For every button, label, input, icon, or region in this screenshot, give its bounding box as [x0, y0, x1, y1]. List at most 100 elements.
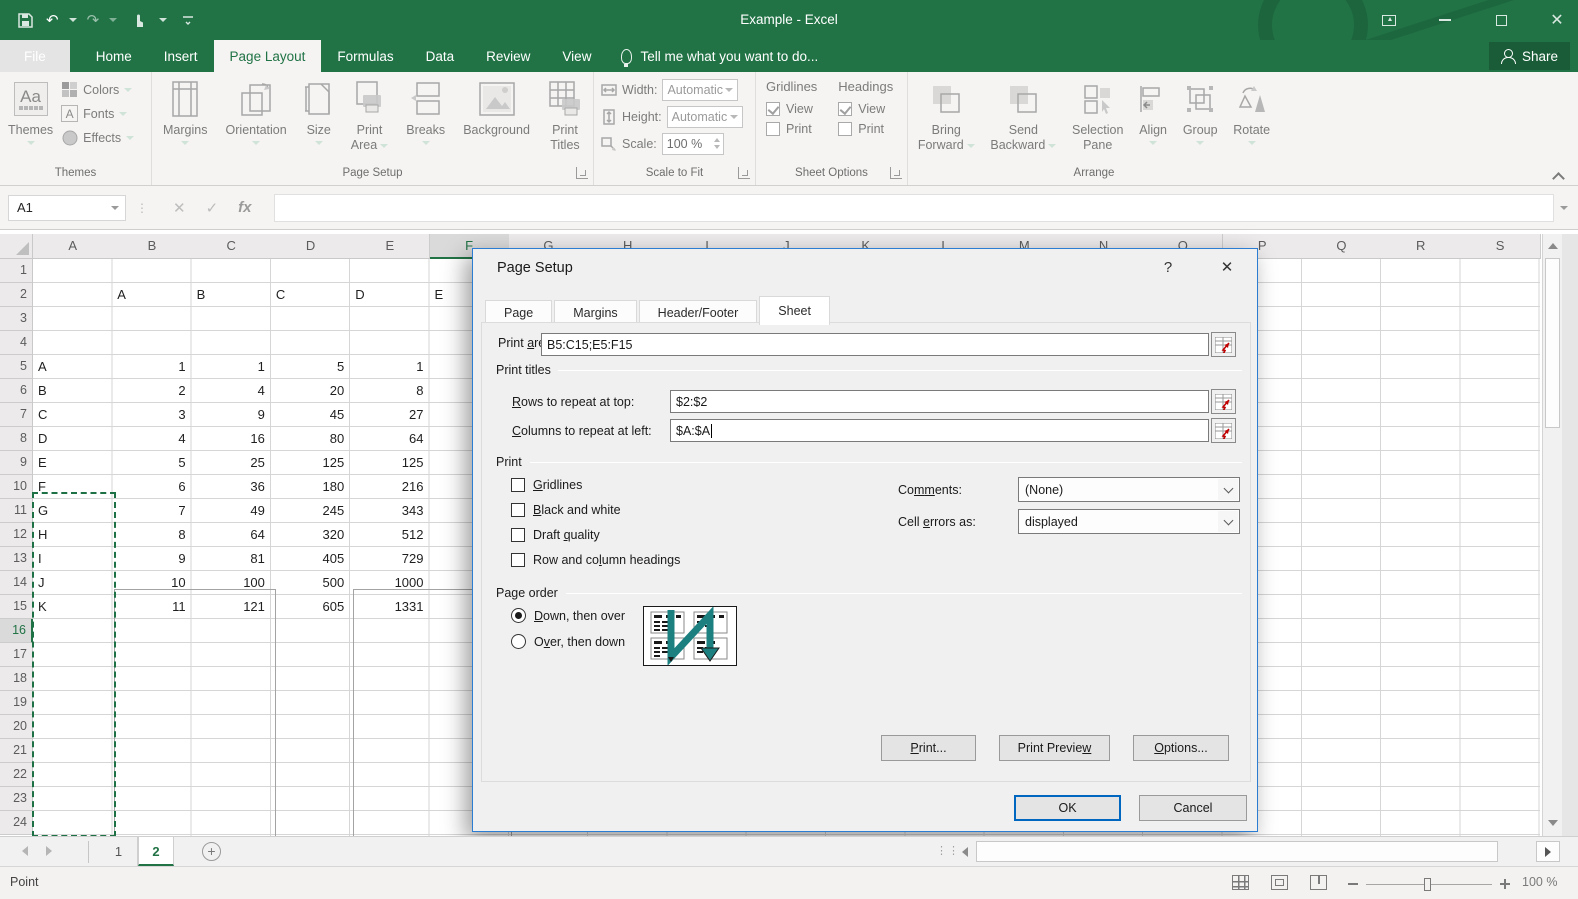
tab-view[interactable]: View — [546, 40, 607, 72]
gridlines-view-checkbox[interactable]: View — [766, 102, 817, 116]
zoom-slider-thumb[interactable] — [1424, 878, 1431, 891]
row-header-7[interactable]: 7 — [0, 403, 33, 427]
scroll-up-icon[interactable] — [1548, 243, 1558, 249]
grid-cell-B11[interactable]: 7 — [112, 499, 190, 523]
zoom-slider[interactable] — [1348, 879, 1510, 889]
dialog-close-icon[interactable]: ✕ — [1215, 257, 1239, 279]
print-area-range-picker-icon[interactable] — [1211, 332, 1236, 357]
breaks-button[interactable]: Breaks — [400, 75, 451, 165]
grid-cell-A6[interactable]: B — [33, 379, 111, 403]
grid-cell-A5[interactable]: A — [33, 355, 111, 379]
effects-button[interactable]: Effects — [61, 129, 134, 146]
row-header-9[interactable]: 9 — [0, 451, 33, 475]
grid-cell-B7[interactable]: 3 — [112, 403, 190, 427]
expand-formula-bar-icon[interactable] — [1560, 206, 1568, 210]
background-button[interactable]: Background — [457, 75, 536, 165]
dialog-help-icon[interactable]: ? — [1157, 257, 1179, 279]
row-header-3[interactable]: 3 — [0, 307, 33, 331]
size-button[interactable]: Size — [299, 75, 339, 165]
black-and-white-checkbox[interactable]: Black and white — [511, 503, 621, 517]
colors-button[interactable]: Colors — [61, 81, 134, 98]
options-button[interactable]: Options... — [1133, 735, 1229, 761]
enter-entry-icon[interactable]: ✓ — [206, 199, 219, 217]
grid-cell-E11[interactable]: 343 — [350, 499, 428, 523]
height-field[interactable]: Automatic — [667, 106, 743, 128]
row-header-5[interactable]: 5 — [0, 355, 33, 379]
grid-cell-C5[interactable]: 1 — [192, 355, 270, 379]
tab-home[interactable]: Home — [80, 40, 148, 72]
grid-cell-C7[interactable]: 9 — [192, 403, 270, 427]
columns-repeat-range-picker-icon[interactable] — [1211, 418, 1236, 443]
grid-cell-D8[interactable]: 80 — [271, 427, 349, 451]
row-header-15[interactable]: 15 — [0, 595, 33, 619]
row-header-8[interactable]: 8 — [0, 427, 33, 451]
tab-review[interactable]: Review — [470, 40, 546, 72]
grid-cell-D7[interactable]: 45 — [271, 403, 349, 427]
page-break-preview-icon[interactable] — [1310, 875, 1327, 890]
normal-view-icon[interactable] — [1232, 875, 1249, 890]
ok-button[interactable]: OK — [1014, 795, 1121, 821]
orientation-button[interactable]: Orientation — [220, 75, 293, 165]
grid-cell-D11[interactable]: 245 — [271, 499, 349, 523]
grid-cell-E6[interactable]: 8 — [350, 379, 428, 403]
headings-view-checkbox[interactable]: View — [838, 102, 893, 116]
grid-cell-C13[interactable]: 81 — [192, 547, 270, 571]
column-header-A[interactable]: A — [33, 234, 113, 259]
row-header-1[interactable]: 1 — [0, 259, 33, 283]
row-header-12[interactable]: 12 — [0, 523, 33, 547]
grid-cell-E10[interactable]: 216 — [350, 475, 428, 499]
zoom-out-icon[interactable] — [1348, 883, 1358, 885]
grid-cell-E2[interactable]: D — [350, 283, 428, 307]
grid-cell-C12[interactable]: 64 — [192, 523, 270, 547]
grid-cell-E12[interactable]: 512 — [350, 523, 428, 547]
rotate-button[interactable]: Rotate — [1227, 75, 1276, 165]
width-field[interactable]: Automatic — [662, 79, 738, 101]
print-titles-button[interactable]: Print Titles — [542, 75, 588, 165]
row-header-19[interactable]: 19 — [0, 691, 33, 715]
align-button[interactable]: Align — [1133, 75, 1173, 165]
zoom-level[interactable]: 100 % — [1522, 875, 1557, 889]
row-column-headings-checkbox[interactable]: Row and column headings — [511, 553, 680, 567]
row-header-2[interactable]: 2 — [0, 283, 33, 307]
comments-dropdown[interactable]: (None) — [1018, 477, 1240, 502]
tab-data[interactable]: Data — [410, 40, 471, 72]
margins-button[interactable]: Margins — [157, 75, 213, 165]
tab-page-layout[interactable]: Page Layout — [214, 40, 322, 72]
hscroll-right-icon[interactable] — [1536, 841, 1560, 862]
row-header-17[interactable]: 17 — [0, 643, 33, 667]
row-header-16[interactable]: 16 — [0, 619, 33, 643]
row-header-20[interactable]: 20 — [0, 715, 33, 739]
select-all-corner[interactable] — [0, 234, 33, 259]
name-box[interactable]: A1 — [8, 195, 126, 221]
themes-button[interactable]: Aa Themes — [2, 75, 59, 165]
maximize-icon[interactable] — [1490, 9, 1512, 31]
grid-cell-B8[interactable]: 4 — [112, 427, 190, 451]
over-then-down-radio[interactable]: Over, then down — [511, 634, 625, 649]
rows-repeat-field[interactable]: $2:$2 — [670, 390, 1209, 413]
row-header-23[interactable]: 23 — [0, 787, 33, 811]
grid-cell-D15[interactable]: 605 — [271, 595, 349, 619]
grid-cell-E7[interactable]: 27 — [350, 403, 428, 427]
grid-cell-B9[interactable]: 5 — [112, 451, 190, 475]
column-header-B[interactable]: B — [112, 234, 192, 259]
column-header-Q[interactable]: Q — [1302, 234, 1382, 259]
row-header-18[interactable]: 18 — [0, 667, 33, 691]
column-header-D[interactable]: D — [271, 234, 351, 259]
page-layout-view-icon[interactable] — [1271, 875, 1288, 890]
next-sheet-icon[interactable] — [46, 846, 52, 856]
columns-repeat-field[interactable]: $A:$A — [670, 419, 1209, 442]
grid-cell-D9[interactable]: 125 — [271, 451, 349, 475]
sheet-options-dialog-launcher-icon[interactable] — [890, 167, 902, 179]
cell-errors-dropdown[interactable]: displayed — [1018, 509, 1240, 534]
insert-function-icon[interactable]: fx — [238, 199, 251, 216]
scroll-down-icon[interactable] — [1548, 820, 1558, 826]
horizontal-scroll-thumb[interactable] — [976, 841, 1498, 862]
grid-cell-C9[interactable]: 25 — [192, 451, 270, 475]
gridlines-print-checkbox[interactable]: Print — [766, 122, 817, 136]
grid-cell-B10[interactable]: 6 — [112, 475, 190, 499]
cancel-entry-icon[interactable]: ✕ — [173, 199, 186, 217]
row-header-6[interactable]: 6 — [0, 379, 33, 403]
sheet-tab-1[interactable]: 1 — [100, 837, 138, 866]
tell-me-box[interactable]: Tell me what you want to do... — [607, 40, 832, 72]
draft-quality-checkbox[interactable]: Draft quality — [511, 528, 600, 542]
